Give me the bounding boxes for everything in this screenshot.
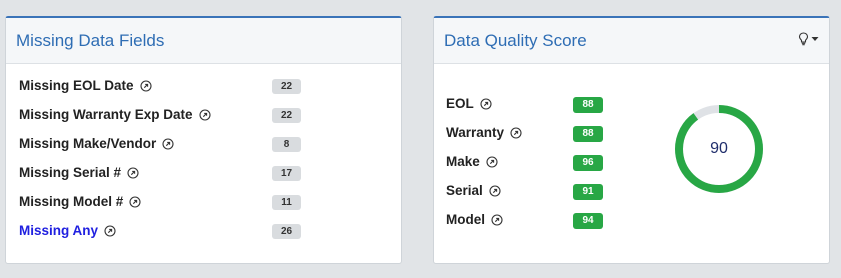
external-link-icon bbox=[139, 79, 152, 92]
warranty-score-link[interactable]: Warranty bbox=[446, 125, 522, 140]
count-badge: 11 bbox=[272, 195, 301, 210]
missing-eol-date-link[interactable]: Missing EOL Date bbox=[19, 78, 152, 93]
overall-score-value: 90 bbox=[710, 140, 728, 157]
model-score-link[interactable]: Model bbox=[446, 212, 503, 227]
eol-score-link[interactable]: EOL bbox=[446, 96, 492, 111]
missing-warranty-exp-date-link[interactable]: Missing Warranty Exp Date bbox=[19, 107, 211, 122]
item-label: Missing Serial # bbox=[19, 165, 122, 180]
caret-down-icon bbox=[811, 37, 819, 41]
item-label: Model bbox=[446, 212, 485, 227]
count-badge: 26 bbox=[272, 224, 301, 239]
external-link-icon bbox=[127, 166, 139, 179]
count-badge: 8 bbox=[272, 137, 301, 152]
score-badge: 91 bbox=[573, 184, 603, 200]
item-label: Warranty bbox=[446, 125, 505, 140]
score-badge: 88 bbox=[573, 97, 603, 113]
score-badge: 88 bbox=[573, 126, 603, 142]
external-link-icon bbox=[104, 224, 116, 237]
item-label: Missing Warranty Exp Date bbox=[19, 107, 193, 122]
data-quality-score-panel: Data Quality Score EOL 88 Warranty 88 Ma… bbox=[433, 16, 830, 264]
lightbulb-icon bbox=[798, 32, 809, 46]
item-label: Missing Make/Vendor bbox=[19, 136, 157, 151]
count-badge: 17 bbox=[272, 166, 301, 181]
missing-serial-link[interactable]: Missing Serial # bbox=[19, 165, 139, 180]
score-badge: 94 bbox=[573, 213, 603, 229]
external-link-icon bbox=[198, 108, 211, 121]
external-link-icon bbox=[510, 126, 522, 139]
make-score-link[interactable]: Make bbox=[446, 154, 498, 169]
external-link-icon bbox=[129, 195, 141, 208]
item-label: EOL bbox=[446, 96, 474, 111]
score-badge: 96 bbox=[573, 155, 603, 171]
count-badge: 22 bbox=[272, 108, 301, 123]
item-label: Missing EOL Date bbox=[19, 78, 134, 93]
missing-any-link[interactable]: Missing Any bbox=[19, 223, 116, 238]
count-badge: 22 bbox=[272, 79, 301, 94]
external-link-icon bbox=[486, 155, 498, 168]
missing-make-vendor-link[interactable]: Missing Make/Vendor bbox=[19, 136, 174, 151]
external-link-icon bbox=[480, 97, 492, 110]
overall-score-gauge: 90 bbox=[672, 102, 766, 196]
missing-data-fields-panel: Missing Data Fields Missing EOL Date 22 … bbox=[5, 16, 402, 264]
serial-score-link[interactable]: Serial bbox=[446, 183, 501, 198]
panel-title: Data Quality Score bbox=[444, 30, 587, 50]
insights-dropdown-button[interactable] bbox=[798, 32, 819, 46]
panel-header: Missing Data Fields bbox=[6, 18, 401, 64]
missing-model-link[interactable]: Missing Model # bbox=[19, 194, 141, 209]
item-label: Missing Any bbox=[19, 223, 99, 238]
external-link-icon bbox=[491, 213, 503, 226]
panel-title: Missing Data Fields bbox=[16, 30, 165, 50]
panel-header: Data Quality Score bbox=[434, 18, 829, 64]
item-label: Missing Model # bbox=[19, 194, 124, 209]
external-link-icon bbox=[162, 137, 174, 150]
item-label: Make bbox=[446, 154, 480, 169]
external-link-icon bbox=[489, 184, 501, 197]
item-label: Serial bbox=[446, 183, 483, 198]
